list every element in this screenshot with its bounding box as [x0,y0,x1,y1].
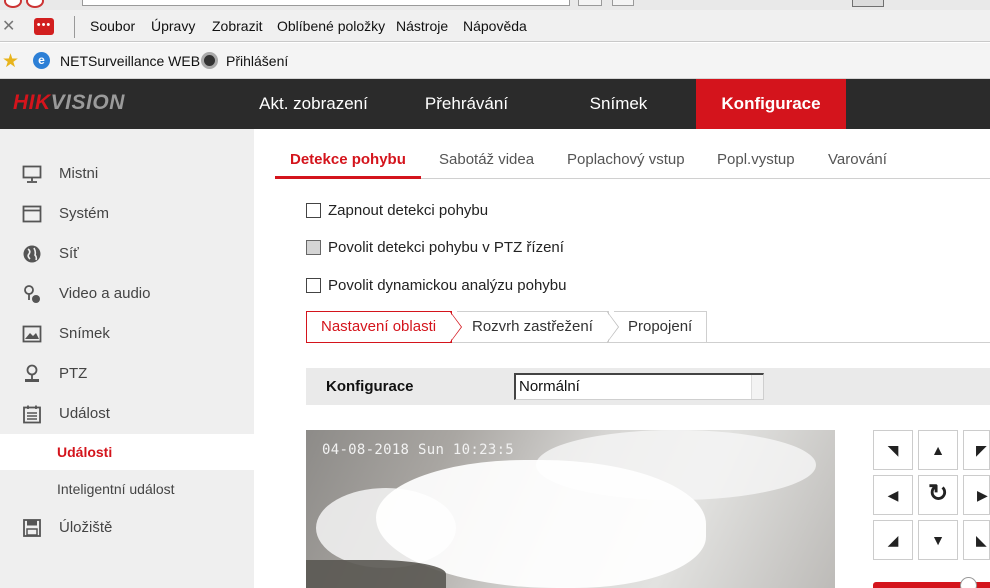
sidebar-item-event[interactable]: Událost [0,394,254,434]
calendar-icon [23,405,41,424]
video-dark-region [306,560,446,588]
sidebar-subitem-label: Události [57,444,113,460]
sidebar-subitem-label: Inteligentní událost [57,481,175,497]
video-timestamp: 04-08-2018 Sun 10:23:5 [322,442,515,458]
monitor-icon [22,165,42,183]
sidebar-subitem-basic-event[interactable]: Události [0,434,254,470]
tab-motion-detection[interactable]: Detekce pohybu [290,151,406,168]
sidebar-item-label: Úložiště [59,519,113,536]
configuration-row: Konfigurace Normální [306,368,990,405]
ptz-down-right-button[interactable]: ◣ [963,520,990,560]
tab-video-tampering[interactable]: Sabotáž videa [439,151,534,168]
sidebar-item-image[interactable]: Snímek [0,314,254,354]
nav-live-view[interactable]: Akt. zobrazení [242,79,385,129]
sidebar-item-storage[interactable]: Úložiště [0,508,254,548]
motion-subtabs: Nastavení oblasti Rozvrh zastřežení Prop… [306,311,990,343]
back-icon[interactable] [4,0,22,8]
ptz-up-button[interactable]: ▲ [918,430,958,470]
sidebar-item-system[interactable]: Systém [0,194,254,234]
configuration-label: Konfigurace [326,378,414,395]
nav-playback[interactable]: Přehrávání [395,79,538,129]
menubar-divider [74,16,75,38]
ptz-down-left-button[interactable]: ◢ [873,520,913,560]
ptz-down-button[interactable]: ▼ [918,520,958,560]
ptz-auto-icon[interactable]: ↻ [918,475,958,515]
sidebar-item-local[interactable]: Mistni [0,154,254,194]
sidebar-subitem-smart-event[interactable]: Inteligentní událost [0,471,254,507]
app-header: HIKVISION Akt. zobrazení Přehrávání Sním… [0,79,990,129]
event-tabs: Detekce pohybu Sabotáž videa Poplachový … [275,143,990,179]
ptz-camera-icon [25,364,39,382]
window-button[interactable] [852,0,884,7]
floppy-icon [23,519,41,537]
sidebar-item-label: Video a audio [59,285,151,302]
sidebar-item-label: Síť [59,245,79,262]
nav-configuration[interactable]: Konfigurace [696,79,846,129]
checkbox-label: Zapnout detekci pohybu [328,202,489,219]
enable-motion-detection-checkbox[interactable] [306,203,321,218]
hikvision-logo: HIKVISION [13,91,125,114]
favorites-bar: ★ e NETSurveillance WEB Přihlášení [0,43,990,79]
addon-icon[interactable]: ••• [34,18,54,35]
ptz-up-right-button[interactable]: ◤ [963,430,990,470]
browser-address-strip [0,0,990,10]
menu-help[interactable]: Nápověda [463,18,527,34]
subtab-linkage[interactable]: Propojení [614,311,707,343]
active-tab-indicator [275,176,421,179]
favorite-login[interactable]: Přihlášení [226,53,288,69]
favorites-star-icon[interactable]: ★ [2,50,19,73]
ptz-up-left-button[interactable]: ◥ [873,430,913,470]
tab-button[interactable] [612,0,634,6]
subtab-arrow-icon [607,311,619,343]
browser-menubar: ✕ ••• Soubor Úpravy Zobrazit Oblíbené po… [0,10,990,42]
tab-alarm-output[interactable]: Popl.vystup [717,151,795,168]
webcam-page-icon [201,52,218,69]
menu-favorites[interactable]: Oblíbené položky [277,18,385,34]
dynamic-analysis-checkbox[interactable] [306,278,321,293]
ie-page-icon: e [33,52,50,69]
address-bar[interactable] [82,0,570,6]
checkbox-label: Povolit dynamickou analýzu pohybu [328,277,567,294]
ptz-right-button[interactable]: ▶ [963,475,990,515]
checkbox-label: Povolit detekci pohybu v PTZ řízení [328,239,564,256]
video-preview[interactable]: 04-08-2018 Sun 10:23:5 [306,430,835,588]
menu-tools[interactable]: Nástroje [396,18,448,34]
sidebar-item-label: Událost [59,405,110,422]
sidebar-item-video-audio[interactable]: Video a audio [0,274,254,314]
globe-icon [23,245,41,263]
subtab-arming-schedule[interactable]: Rozvrh zastřežení [457,311,609,343]
sidebar-item-label: Snímek [59,325,110,342]
dropdown-button[interactable] [751,375,763,399]
menu-file[interactable]: Soubor [90,18,135,34]
config-sidebar: Mistni Systém Síť Video a audio Snímek P… [0,129,254,588]
ptz-motion-detection-checkbox [306,240,321,255]
ptz-left-button[interactable]: ◀ [873,475,913,515]
configuration-select[interactable]: Normální [514,373,764,400]
sidebar-item-label: Mistni [59,165,99,182]
image-icon [22,325,42,343]
sidebar-item-ptz[interactable]: PTZ [0,354,254,394]
window-icon [22,205,42,223]
search-button[interactable] [578,0,602,6]
sidebar-item-network[interactable]: Síť [0,234,254,274]
forward-icon[interactable] [26,0,44,8]
favorite-netsurveillance[interactable]: NETSurveillance WEB [60,53,200,69]
subtab-area-settings[interactable]: Nastavení oblasti [306,311,452,343]
configuration-value: Normální [519,378,580,395]
tab-exception[interactable]: Varování [828,151,887,168]
sidebar-item-label: PTZ [59,365,88,382]
menu-edit[interactable]: Úpravy [151,18,195,34]
subtab-arrow-icon [450,311,462,343]
sidebar-item-label: Systém [59,205,110,222]
mic-camera-icon [24,285,40,303]
menu-view[interactable]: Zobrazit [212,18,263,34]
ptz-speed-slider-handle[interactable] [960,577,977,588]
close-icon[interactable]: ✕ [2,16,15,36]
tab-alarm-input[interactable]: Poplachový vstup [567,151,685,168]
nav-picture[interactable]: Snímek [547,79,690,129]
